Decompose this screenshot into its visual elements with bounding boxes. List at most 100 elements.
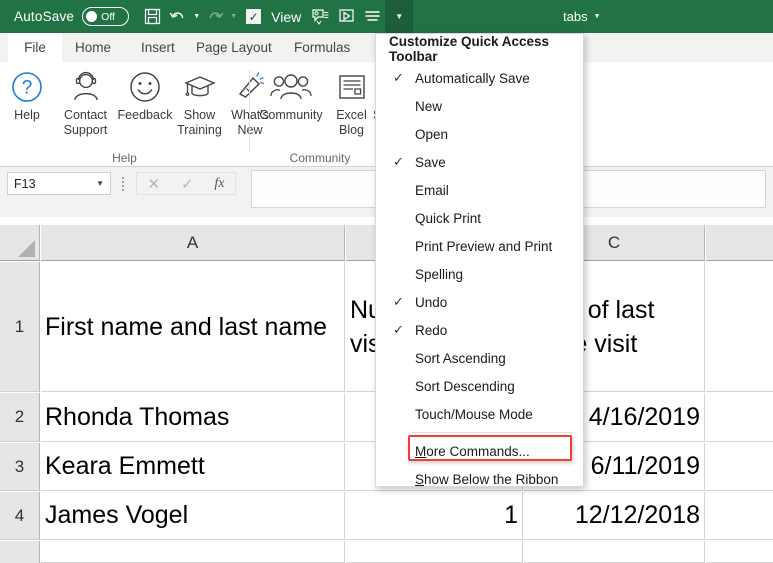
ribbon-label-help: Help <box>14 108 40 122</box>
select-all-corner[interactable] <box>0 225 40 261</box>
autosave-toggle-group[interactable]: AutoSave Off <box>14 7 130 26</box>
undo-icon[interactable] <box>165 3 191 31</box>
cell-d5[interactable] <box>706 541 773 563</box>
ribbon-button-show-training[interactable]: Show Training <box>173 62 226 148</box>
cell-a3[interactable]: Keara Emmett <box>41 443 345 491</box>
cell-a2[interactable]: Rhonda Thomas <box>41 393 345 442</box>
row-header-1-label: 1 <box>14 316 25 336</box>
cell-a1-text: First name and last name <box>45 312 328 341</box>
menu-item-open[interactable]: Open <box>376 120 583 148</box>
menu-item-save[interactable]: ✓ Save <box>376 148 583 176</box>
customize-qat-dropdown-button[interactable]: ▼ <box>385 0 414 33</box>
tab-formulas-label: Formulas <box>294 40 351 55</box>
tab-page-layout[interactable]: Page Layout <box>187 33 281 62</box>
column-header-a-label: A <box>186 232 199 252</box>
menu-item-label: Touch/Mouse Mode <box>415 406 533 422</box>
menu-item-label: Print Preview and Print <box>415 238 553 254</box>
cell-a5[interactable] <box>41 541 345 563</box>
cell-d3[interactable] <box>706 443 773 491</box>
tab-file[interactable]: File <box>8 33 62 62</box>
menu-item-quick-print[interactable]: Quick Print <box>376 204 583 232</box>
ribbon-group-label-help: Help <box>112 151 137 165</box>
menu-item-label: Quick Print <box>415 210 482 226</box>
quick-access-toolbar: ▼ ▼ ✓ View ▼ <box>139 0 414 33</box>
menu-item-new[interactable]: New <box>376 92 583 120</box>
tabs-label: tabs <box>563 9 588 24</box>
svg-text:?: ? <box>22 78 33 99</box>
view-checkbox[interactable]: ✓ <box>239 3 265 31</box>
new-comment-icon[interactable] <box>307 3 333 31</box>
cell-c2-text: 4/16/2019 <box>588 402 700 431</box>
formula-bar-grip[interactable] <box>121 177 125 191</box>
menu-item-email[interactable]: Email <box>376 176 583 204</box>
cell-c4[interactable]: 12/12/2018 <box>524 492 705 540</box>
name-box[interactable]: F13 ▼ <box>7 172 111 195</box>
menu-item-automatically-save[interactable]: ✓ Automatically Save <box>376 64 583 92</box>
name-box-value: F13 <box>14 176 36 191</box>
ribbon-button-contact-support[interactable]: Contact Support <box>54 62 117 148</box>
tab-formulas[interactable]: Formulas <box>285 33 359 62</box>
check-icon: ✓ <box>393 70 404 85</box>
menu-item-undo[interactable]: ✓ Undo <box>376 288 583 316</box>
ribbon-button-feedback[interactable]: Feedback <box>117 62 173 148</box>
ribbon-button-community[interactable]: Community <box>252 62 330 148</box>
cell-d1[interactable] <box>706 262 773 392</box>
menu-item-label: More Commands... <box>415 444 530 459</box>
column-header-a[interactable]: A <box>41 225 345 261</box>
cell-a4[interactable]: James Vogel <box>41 492 345 540</box>
row-header-3[interactable]: 3 <box>0 443 40 491</box>
menu-item-touch-mouse-mode[interactable]: Touch/Mouse Mode <box>376 400 583 428</box>
menu-item-show-below-the-ribbon[interactable]: Show Below the Ribbon <box>376 465 583 493</box>
headset-person-icon <box>68 67 104 107</box>
tab-home[interactable]: Home <box>66 33 120 62</box>
cell-b5[interactable] <box>346 541 523 563</box>
menu-item-sort-descending[interactable]: Sort Descending <box>376 372 583 400</box>
menu-item-more-commands-accelerator: M <box>415 443 427 459</box>
tab-insert-label: Insert <box>141 40 175 55</box>
autosave-switch[interactable]: Off <box>82 7 130 26</box>
ribbon-label-contact-support: Contact Support <box>63 108 108 137</box>
cancel-x-icon[interactable]: ✕ <box>147 175 160 193</box>
customize-qat-menu: Customize Quick Access Toolbar ✓ Automat… <box>375 33 584 487</box>
cell-b4-text: 1 <box>504 501 518 529</box>
enter-check-icon[interactable]: ✓ <box>181 175 194 193</box>
graduation-cap-icon <box>182 67 218 107</box>
row-header-4[interactable]: 4 <box>0 492 40 540</box>
menu-item-label: New <box>415 98 443 114</box>
cell-c5[interactable] <box>524 541 705 563</box>
redo-dropdown-caret[interactable]: ▼ <box>228 3 239 31</box>
save-icon[interactable] <box>139 3 165 31</box>
tabs-dropdown[interactable]: tabs ▼ <box>563 0 601 33</box>
view-checkbox-box: ✓ <box>246 9 262 24</box>
smiley-face-icon <box>128 67 162 107</box>
ribbon-button-excel-blog[interactable]: Excel Blog <box>330 62 373 148</box>
tab-insert[interactable]: Insert <box>132 33 184 62</box>
row-header-2[interactable]: 2 <box>0 393 40 442</box>
cell-b4[interactable]: 1 <box>346 492 523 540</box>
cell-a1[interactable]: First name and last name <box>41 262 345 392</box>
ribbon-label-community: Community <box>259 108 323 122</box>
menu-item-spelling[interactable]: Spelling <box>376 260 583 288</box>
insert-function-icon[interactable]: fx <box>214 176 224 192</box>
menu-title: Customize Quick Access Toolbar <box>389 34 550 64</box>
cell-d4[interactable] <box>706 492 773 540</box>
touch-pointer-icon[interactable] <box>333 3 359 31</box>
menu-item-sort-ascending[interactable]: Sort Ascending <box>376 344 583 372</box>
cell-d2[interactable] <box>706 393 773 442</box>
ribbon-button-help[interactable]: ? Help <box>0 62 54 148</box>
chevron-down-icon[interactable]: ▼ <box>96 179 104 188</box>
menu-item-more-commands[interactable]: More Commands... <box>376 437 583 465</box>
menu-item-print-preview-and-print[interactable]: Print Preview and Print <box>376 232 583 260</box>
help-question-icon: ? <box>10 67 44 107</box>
row-header-1[interactable]: 1 <box>0 262 40 392</box>
row-header-5[interactable]: 5 <box>0 541 40 563</box>
undo-dropdown-caret[interactable]: ▼ <box>191 3 202 31</box>
chevron-down-icon: ▼ <box>593 13 601 20</box>
menu-item-label: Undo <box>415 294 448 310</box>
column-header-d[interactable] <box>706 225 773 261</box>
ribbon-label-excel-blog: Excel Blog <box>336 108 367 137</box>
redo-icon[interactable] <box>202 3 228 31</box>
menu-item-redo[interactable]: ✓ Redo <box>376 316 583 344</box>
list-lines-icon[interactable] <box>359 3 385 31</box>
row-header-2-label: 2 <box>14 407 25 426</box>
